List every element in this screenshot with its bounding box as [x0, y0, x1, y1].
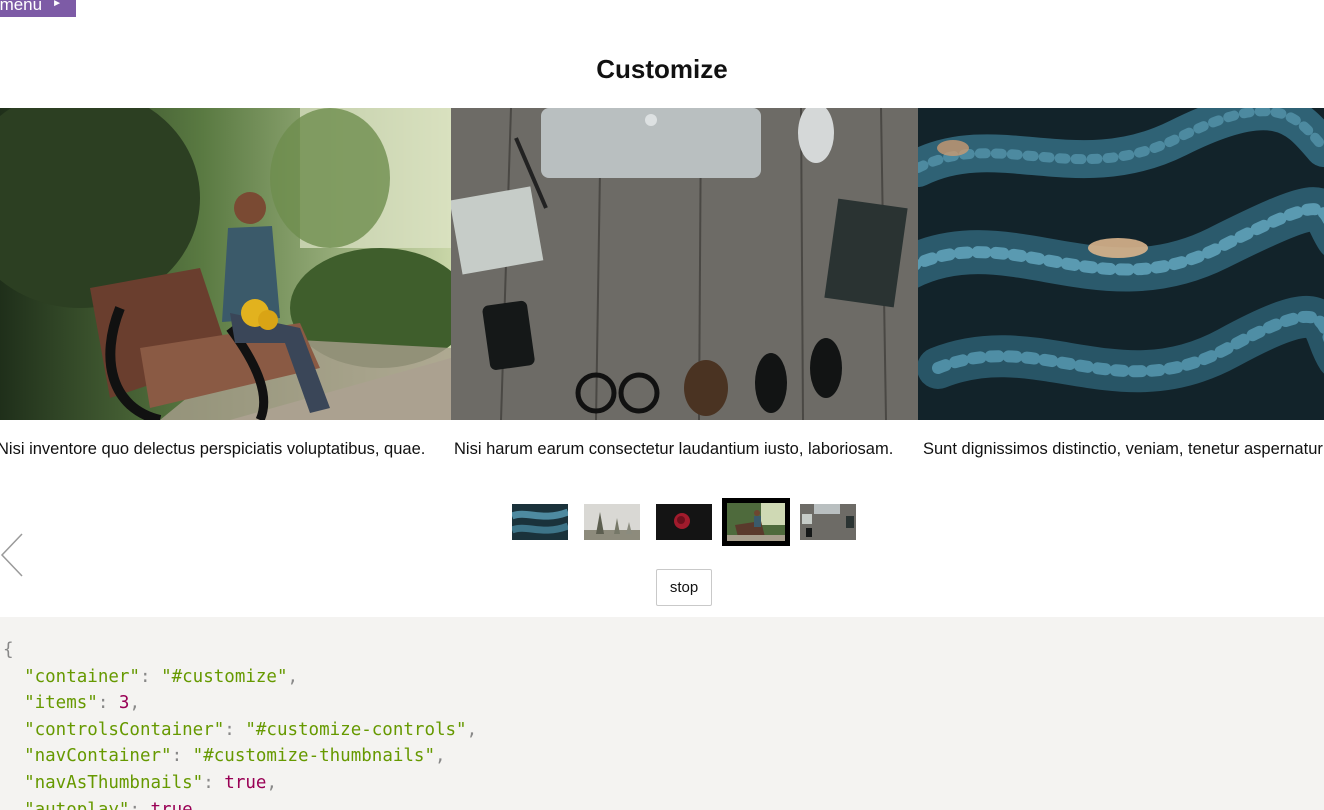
code-key: "controlsContainer": [24, 719, 225, 740]
code-line: "autoplay": true,: [3, 797, 1324, 810]
menu-label: menu: [0, 0, 43, 14]
desk-thumbnail[interactable]: [800, 504, 856, 540]
slide-woman-bench: [0, 108, 451, 420]
page-title: Customize: [596, 54, 728, 84]
red-rose-thumbnail[interactable]: [656, 504, 712, 540]
woman-bench-thumbnail[interactable]: [722, 498, 790, 546]
code-key: "items": [24, 693, 98, 714]
carousel-slides: [0, 108, 1324, 420]
stop-button[interactable]: stop: [656, 569, 712, 606]
code-value: 3: [118, 693, 130, 714]
code-key: "navAsThumbnails": [24, 772, 204, 793]
slide-rope: [918, 108, 1324, 420]
foggy-forest-thumbnail[interactable]: [584, 504, 640, 540]
chevron-left-icon[interactable]: [0, 532, 26, 578]
menu-button[interactable]: menu ►: [0, 0, 76, 17]
code-line: "navContainer": "#customize-thumbnails",: [24, 746, 446, 767]
code-line: "items": 3,: [24, 693, 141, 714]
code-key: "autoplay": [24, 799, 130, 810]
code-line: "navAsThumbnails": true,: [24, 772, 277, 793]
carousel-captions: Nisi inventore quo delectus perspiciatis…: [0, 440, 1324, 464]
code-value: "#customize-thumbnails": [192, 746, 435, 767]
slide-caption: Nisi inventore quo delectus perspiciatis…: [0, 440, 426, 458]
slide-desk-laptop: [451, 108, 918, 420]
code-key: "navContainer": [24, 746, 172, 767]
code-value: true: [150, 799, 193, 810]
slide-caption: Sunt dignissimos distinctio, veniam, ten…: [923, 440, 1323, 458]
menu-arrow-icon: ►: [52, 0, 62, 9]
rope-closeup-photo: [918, 108, 1324, 420]
code-open-brace: {: [3, 640, 14, 660]
code-line: "container": "#customize",: [24, 666, 299, 687]
desk-laptop-photo: [451, 108, 918, 420]
code-value: true: [224, 772, 267, 793]
woman-bench-photo: [0, 108, 451, 420]
code-line: "controlsContainer": "#customize-control…: [24, 719, 478, 740]
code-value: "#customize": [161, 666, 288, 687]
slide-caption: Nisi harum earum consectetur laudantium …: [454, 440, 894, 458]
code-key: "container": [24, 666, 140, 687]
rope-thumbnail[interactable]: [512, 504, 568, 540]
code-value: "#customize-controls": [245, 719, 467, 740]
config-code-block: { "container": "#customize", "items": 3,…: [0, 617, 1324, 810]
